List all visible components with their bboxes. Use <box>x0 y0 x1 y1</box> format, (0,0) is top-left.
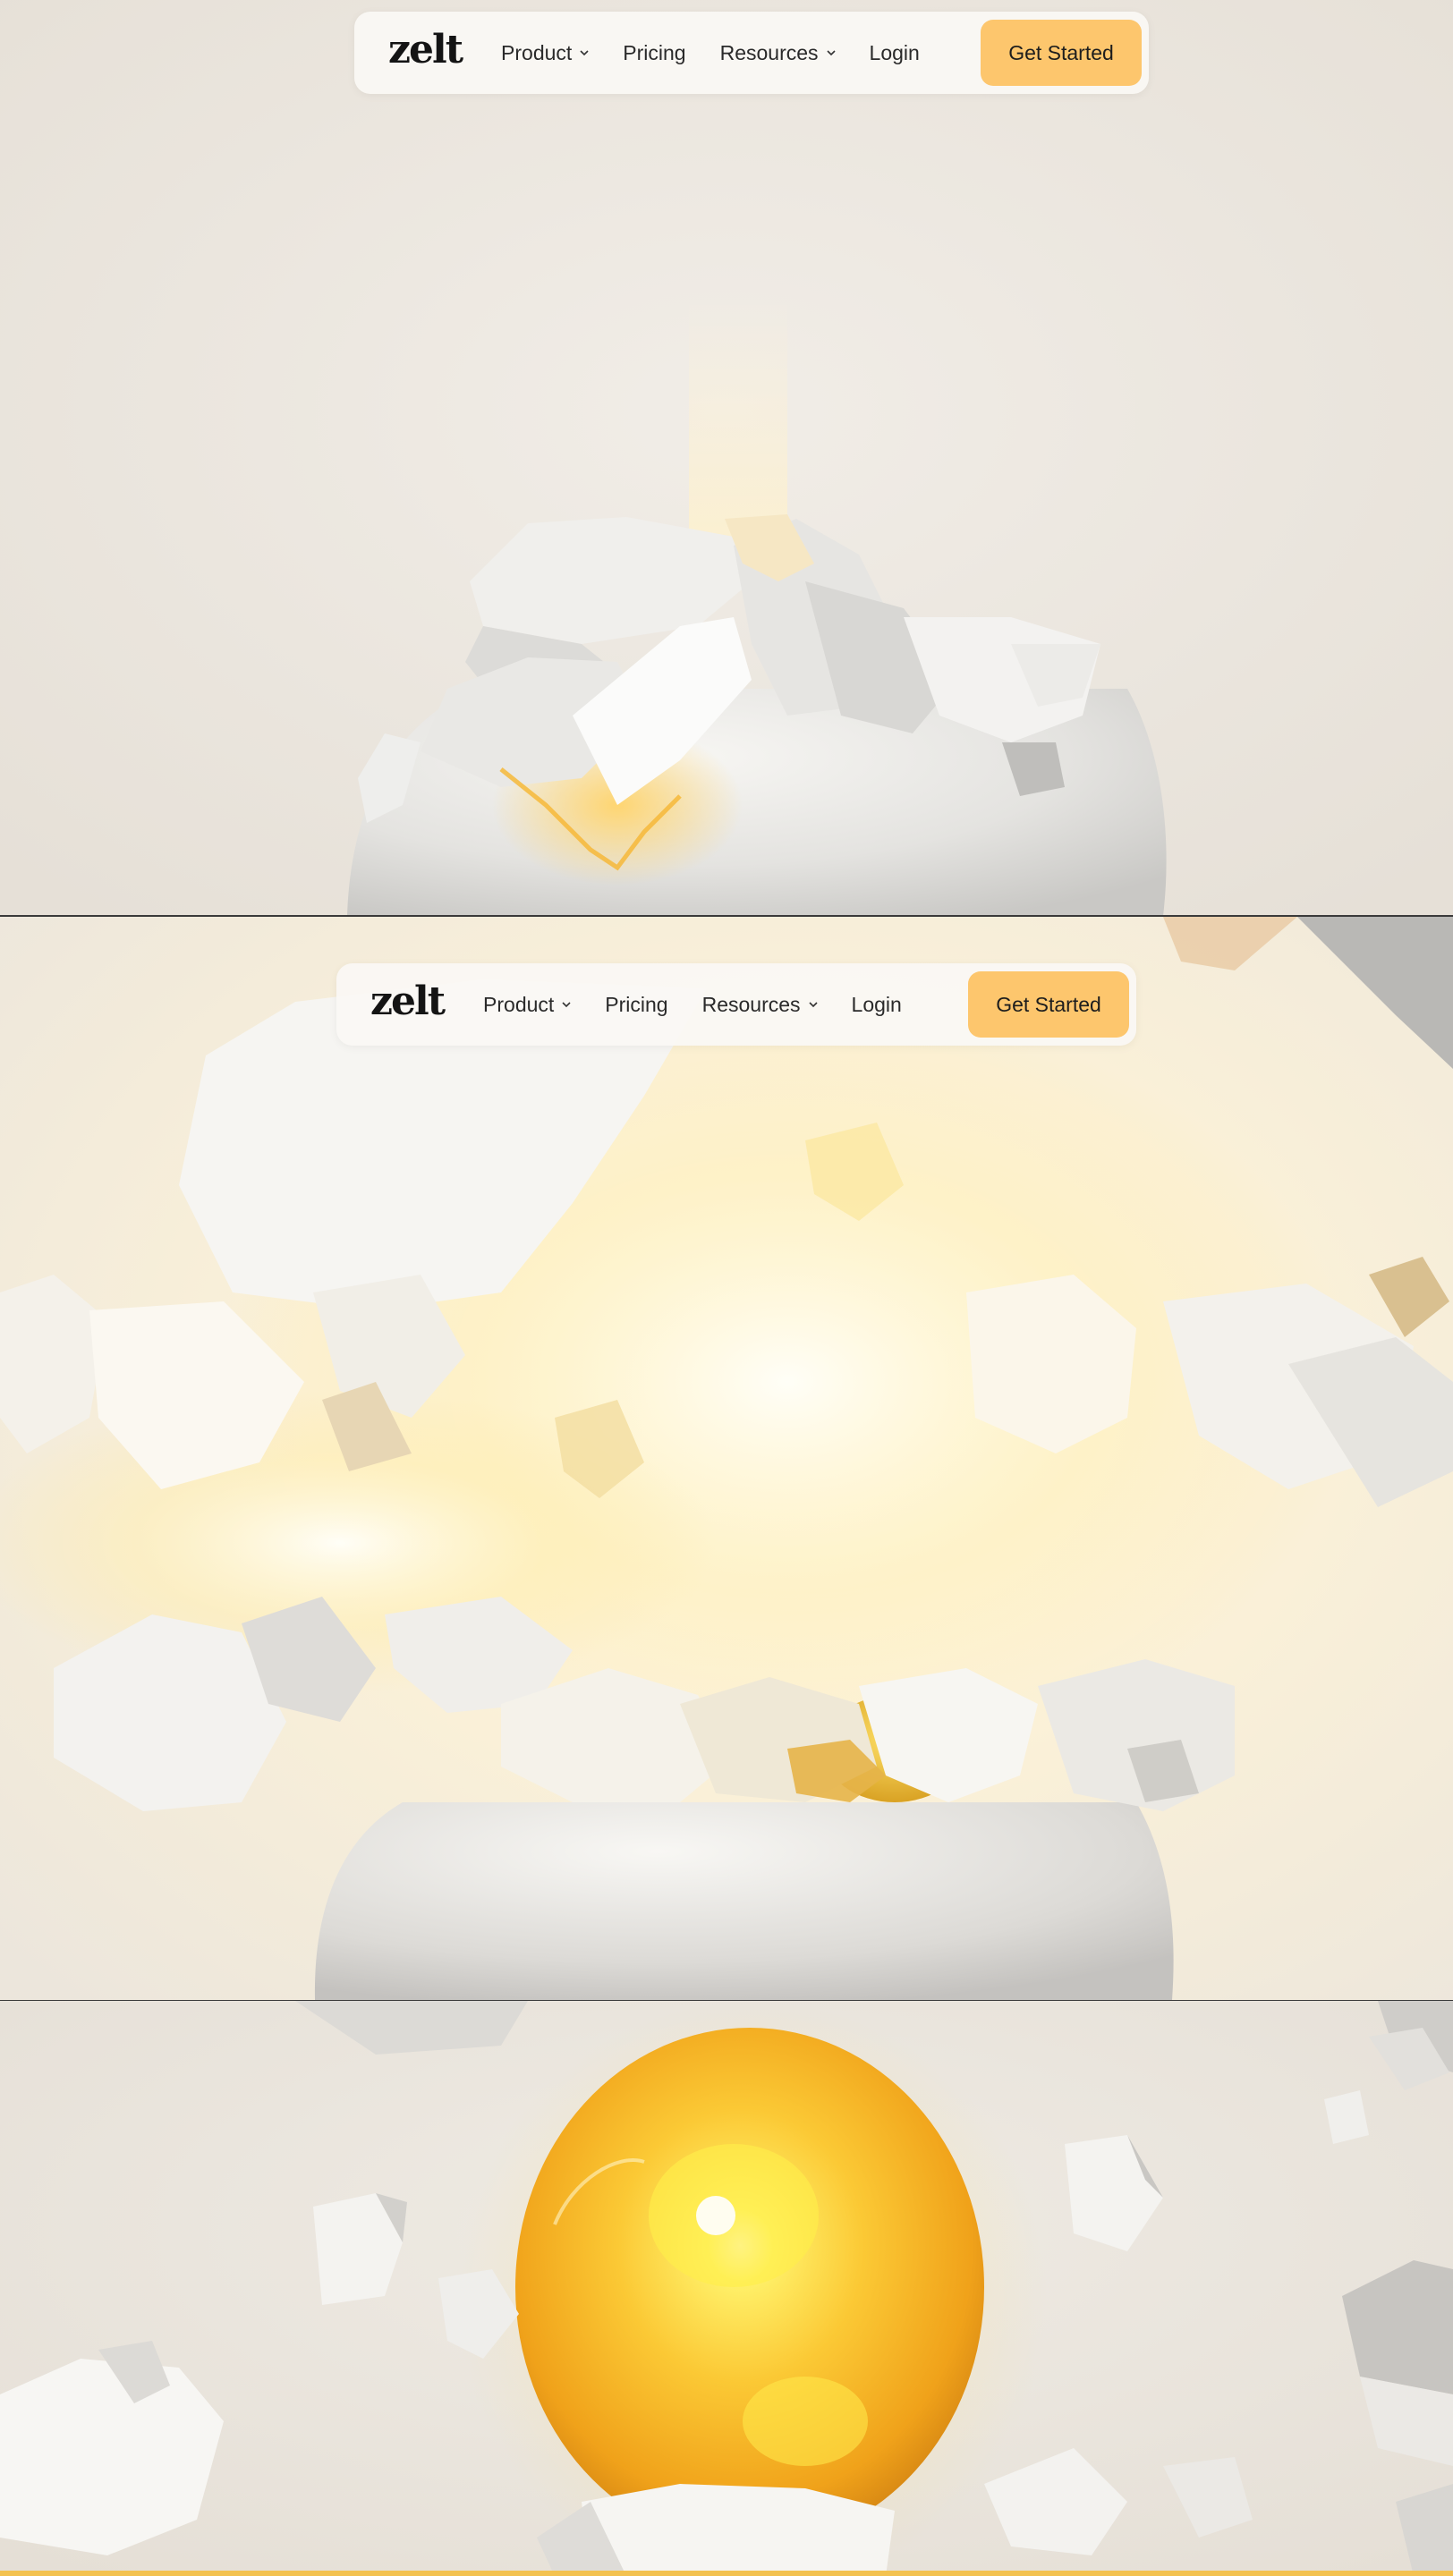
nav-item-label: Pricing <box>623 40 686 64</box>
nav-item-label: Login <box>869 40 920 64</box>
zelt-logo[interactable]: zelt <box>388 30 463 70</box>
zelt-logo[interactable]: zelt <box>370 982 446 1021</box>
bursting-egg-illustration <box>0 917 1453 2000</box>
nav-item-login[interactable]: Login <box>852 993 902 1017</box>
nav-item-resources[interactable]: Resources <box>702 993 818 1017</box>
hero-frame-cracking-egg: zelt Product Pricing Resources Login Get… <box>0 0 1453 916</box>
nav-item-login[interactable]: Login <box>870 41 920 65</box>
chevron-down-icon <box>562 1002 571 1008</box>
nav-item-label: Product <box>501 40 573 64</box>
nav-item-label: Login <box>851 992 902 1016</box>
chevron-down-icon <box>580 50 589 56</box>
get-started-button[interactable]: Get Started <box>968 971 1129 1038</box>
bottom-accent-strip <box>0 2571 1453 2576</box>
nav-item-pricing[interactable]: Pricing <box>605 993 667 1017</box>
hero-frame-bursting-egg: zelt Product Pricing Resources Login Get… <box>0 917 1453 2000</box>
nav-item-label: Resources <box>719 40 819 64</box>
nav-item-label: Resources <box>701 992 801 1016</box>
chevron-down-icon <box>808 1002 818 1008</box>
hero-frame-golden-orb <box>0 2001 1453 2576</box>
chevron-down-icon <box>826 50 836 56</box>
top-nav-bar: zelt Product Pricing Resources Login Get… <box>354 12 1149 94</box>
nav-item-product[interactable]: Product <box>483 993 571 1017</box>
nav-item-product[interactable]: Product <box>501 41 589 65</box>
cracking-egg-illustration <box>0 0 1453 916</box>
nav-item-label: Pricing <box>605 992 668 1016</box>
golden-orb-illustration <box>0 2001 1453 2576</box>
get-started-button[interactable]: Get Started <box>981 20 1142 86</box>
top-nav-bar: zelt Product Pricing Resources Login Get… <box>336 963 1136 1046</box>
nav-item-resources[interactable]: Resources <box>720 41 836 65</box>
nav-item-label: Product <box>483 992 555 1016</box>
nav-item-pricing[interactable]: Pricing <box>623 41 685 65</box>
